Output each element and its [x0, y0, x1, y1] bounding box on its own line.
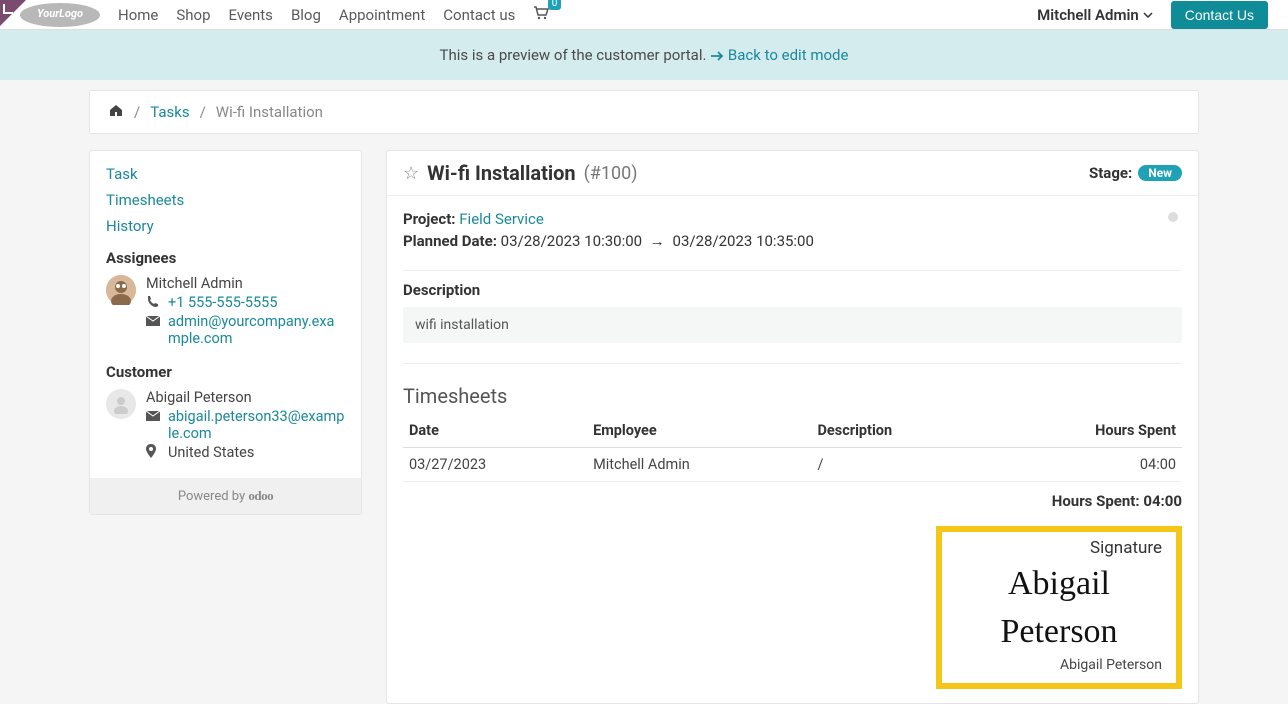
signature-box: Signature Abigail Peterson Abigail Peter… — [936, 526, 1182, 689]
cart-count-badge: 0 — [548, 0, 562, 10]
signature-title: Signature — [956, 538, 1162, 558]
customer-email[interactable]: abigail.peterson33@example.com — [168, 408, 345, 442]
task-card: ☆ Wi-fi Installation (#100) Stage: New P… — [386, 150, 1199, 704]
odoo-brand: odoo — [248, 488, 273, 503]
svg-text:YourLogo: YourLogo — [37, 7, 83, 20]
col-employee: Employee — [587, 414, 811, 448]
customer-name: Abigail Peterson — [146, 389, 345, 406]
signature-image: Abigail Peterson — [956, 560, 1162, 655]
nav-contact[interactable]: Contact us — [443, 6, 515, 24]
sidebar-link-task[interactable]: Task — [106, 165, 345, 183]
edit-mode-corner[interactable] — [0, 0, 26, 26]
arrow-right-icon: → — [650, 232, 665, 250]
site-logo[interactable]: YourLogo — [20, 3, 100, 27]
planned-start: 03/28/2023 10:30:00 — [501, 232, 642, 250]
breadcrumb-sep: / — [134, 103, 140, 121]
back-to-edit-link[interactable]: Back to edit mode — [710, 46, 848, 64]
col-description: Description — [812, 414, 991, 448]
cell-date: 03/27/2023 — [403, 448, 587, 482]
chevron-down-icon — [1143, 12, 1153, 18]
breadcrumb: / Tasks / Wi-fi Installation — [89, 90, 1199, 134]
nav-events[interactable]: Events — [229, 6, 273, 24]
assignee-block: Mitchell Admin +1 555-555-5555 admin@you… — [106, 275, 345, 349]
star-icon[interactable]: ☆ — [403, 163, 419, 184]
customer-country: United States — [168, 444, 254, 461]
map-pin-icon — [146, 444, 160, 462]
powered-by[interactable]: Powered by odoo — [90, 478, 361, 514]
nav-blog[interactable]: Blog — [291, 6, 321, 24]
nav-appointment[interactable]: Appointment — [339, 6, 425, 24]
assignee-email[interactable]: admin@yourcompany.example.com — [168, 313, 345, 347]
home-icon — [108, 103, 124, 117]
project-label: Project: — [403, 210, 456, 228]
customer-heading: Customer — [106, 363, 345, 381]
contact-us-button[interactable]: Contact Us — [1171, 1, 1268, 29]
sidebar: Task Timesheets History Assignees Mitche… — [89, 150, 362, 515]
breadcrumb-current: Wi-fi Installation — [216, 103, 323, 121]
breadcrumb-tasks[interactable]: Tasks — [150, 103, 189, 121]
signature-name: Abigail Peterson — [956, 657, 1162, 673]
stage-label: Stage: — [1089, 164, 1132, 182]
user-menu[interactable]: Mitchell Admin — [1037, 6, 1153, 24]
timesheets-total: Hours Spent: 04:00 — [403, 492, 1182, 510]
timesheets-table: Date Employee Description Hours Spent 03… — [403, 414, 1182, 482]
breadcrumb-home[interactable] — [108, 103, 124, 121]
breadcrumb-sep: / — [200, 103, 206, 121]
status-dot[interactable] — [1168, 212, 1178, 222]
task-id: (#100) — [584, 163, 638, 184]
cell-employee: Mitchell Admin — [587, 448, 811, 482]
sidebar-link-history[interactable]: History — [106, 217, 345, 235]
task-title: Wi-fi Installation — [427, 161, 576, 185]
envelope-icon — [146, 313, 160, 330]
user-name: Mitchell Admin — [1037, 6, 1139, 24]
sidebar-link-timesheets[interactable]: Timesheets — [106, 191, 345, 209]
col-date: Date — [403, 414, 587, 448]
cell-desc: / — [812, 448, 991, 482]
preview-banner: This is a preview of the customer portal… — [0, 30, 1288, 80]
customer-avatar — [106, 389, 136, 419]
cart-icon[interactable]: 0 — [533, 6, 549, 24]
planned-end: 03/28/2023 10:35:00 — [673, 232, 814, 250]
project-link[interactable]: Field Service — [459, 210, 544, 228]
assignee-phone[interactable]: +1 555-555-5555 — [168, 294, 277, 311]
arrow-right-icon — [710, 50, 724, 62]
description-heading: Description — [403, 281, 1182, 299]
col-hours: Hours Spent — [990, 414, 1182, 448]
nav-home[interactable]: Home — [118, 6, 158, 24]
assignees-heading: Assignees — [106, 249, 345, 267]
nav-shop[interactable]: Shop — [176, 6, 210, 24]
timesheets-heading: Timesheets — [403, 384, 1182, 408]
cell-hours: 04:00 — [990, 448, 1182, 482]
planned-date-label: Planned Date: — [403, 232, 497, 250]
preview-banner-text: This is a preview of the customer portal… — [440, 46, 707, 64]
description-content: wifi installation — [403, 307, 1182, 343]
phone-icon — [146, 294, 160, 311]
envelope-icon — [146, 408, 160, 425]
table-row: 03/27/2023 Mitchell Admin / 04:00 — [403, 448, 1182, 482]
customer-block: Abigail Peterson abigail.peterson33@exam… — [106, 389, 345, 464]
assignee-name: Mitchell Admin — [146, 275, 345, 292]
stage-badge: New — [1138, 165, 1182, 181]
back-to-edit-label: Back to edit mode — [728, 46, 849, 64]
assignee-avatar — [106, 275, 136, 305]
